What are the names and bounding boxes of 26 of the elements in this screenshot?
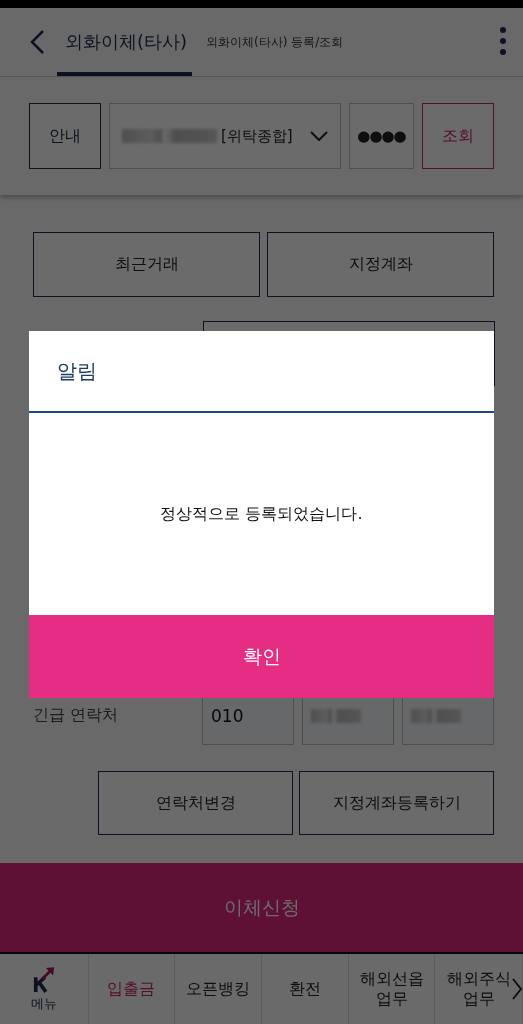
dialog-message: 정상적으로 등록되었습니다. xyxy=(160,503,363,525)
quick-button[interactable]: 지정계좌 xyxy=(267,232,494,297)
submit-button[interactable]: 이체신청 xyxy=(0,863,523,952)
password-field[interactable]: ●●●● xyxy=(349,103,414,169)
guide-button[interactable]: 안내 xyxy=(29,103,101,169)
nav-tab[interactable]: 환전 xyxy=(262,954,349,1024)
nav-tab[interactable]: 입출금 xyxy=(88,954,176,1024)
nav-tab[interactable]: 해외선옵 업무 xyxy=(348,954,436,1024)
account-type: [위탁종합] xyxy=(221,126,293,146)
action-button[interactable]: 연락처변경 xyxy=(98,771,293,835)
logo-icon[interactable] xyxy=(32,965,55,994)
chevron-right-icon[interactable] xyxy=(512,978,522,1000)
confirm-button[interactable]: 확인 xyxy=(29,615,494,698)
quick-button[interactable]: 최근거래 xyxy=(33,232,260,297)
menu-label[interactable]: 메뉴 xyxy=(30,995,57,1013)
more-icon[interactable] xyxy=(499,26,507,56)
nav-tab[interactable]: 오픈뱅킹 xyxy=(175,954,262,1024)
query-button[interactable]: 조회 xyxy=(422,103,494,169)
action-button[interactable]: 지정계좌등록하기 xyxy=(299,771,494,835)
back-icon[interactable] xyxy=(29,29,45,55)
header-tab[interactable]: 외화이체(타사) 등록/조회 xyxy=(200,8,350,76)
account-select[interactable]: [위탁종합] xyxy=(109,103,341,169)
dialog-title: 알림 xyxy=(29,331,494,413)
contact-label: 긴급 연락처 xyxy=(33,705,119,726)
nav-tab[interactable]: 해외주식 업무 xyxy=(435,954,523,1024)
caret-icon xyxy=(310,131,328,141)
